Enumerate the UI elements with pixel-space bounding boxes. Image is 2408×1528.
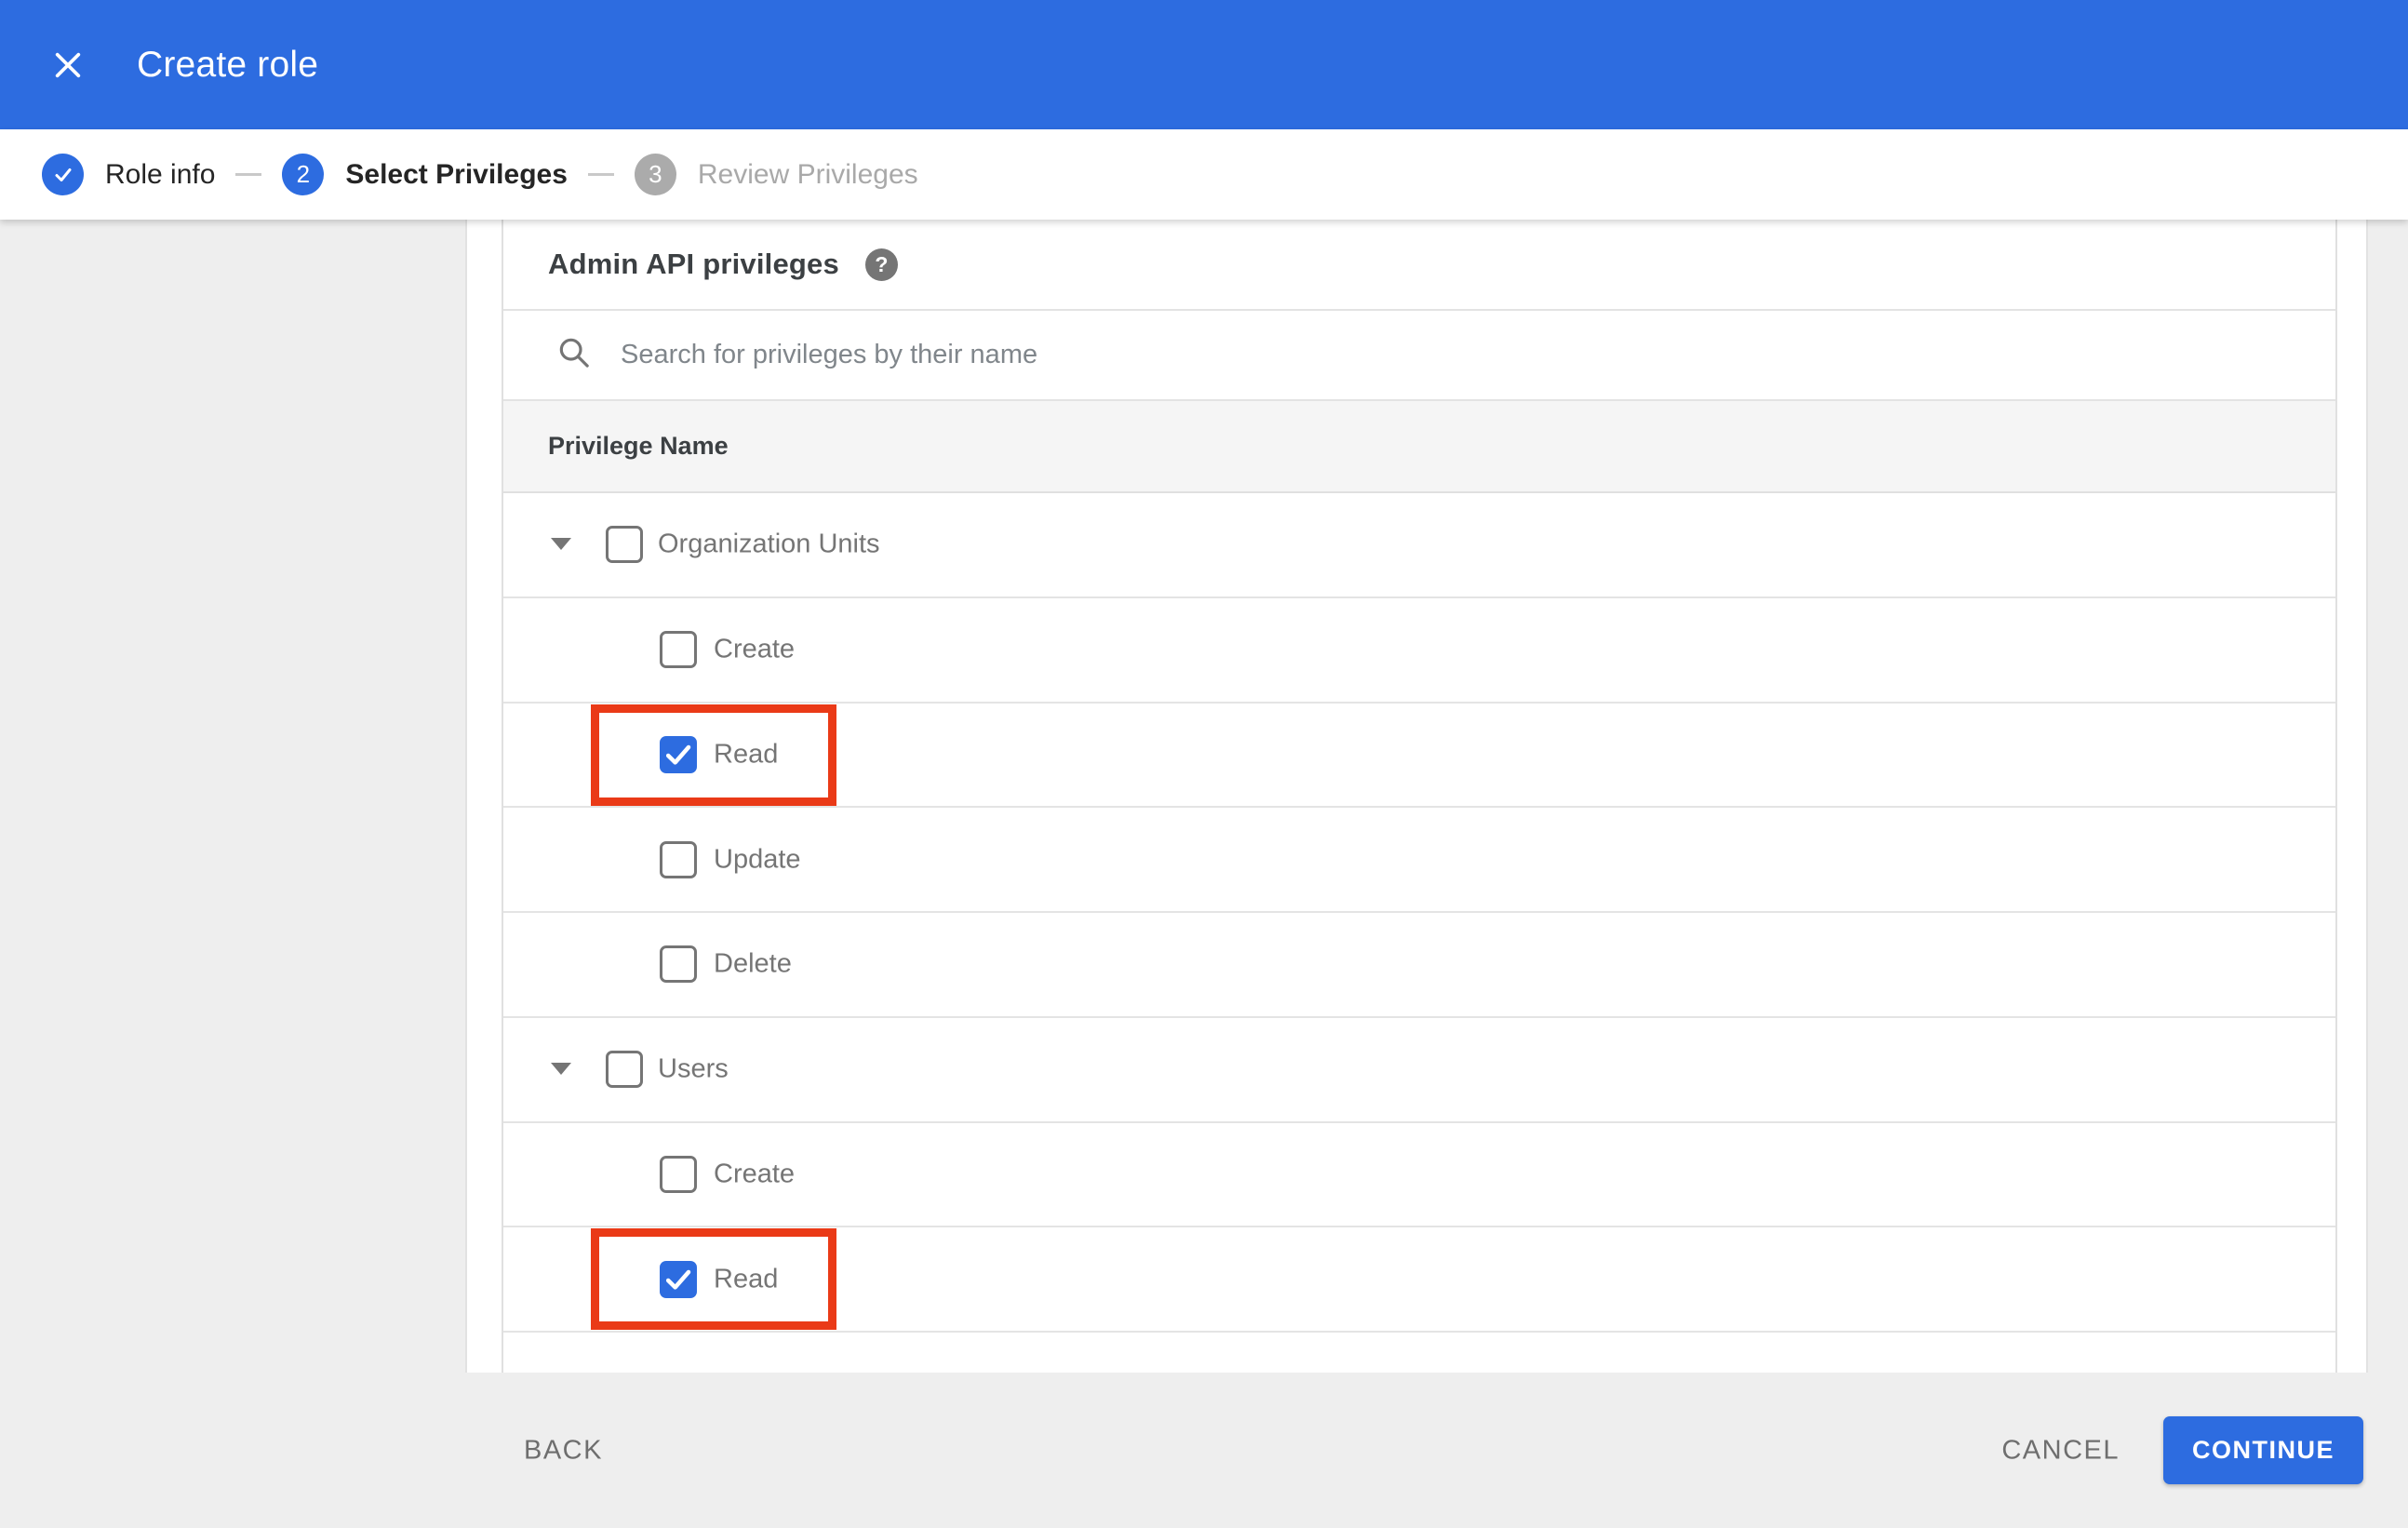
dialog-header: Create role	[0, 0, 2408, 129]
step-connector	[235, 173, 262, 176]
step-connector	[587, 173, 614, 176]
privilege-row: Organization Units	[503, 493, 2335, 598]
dialog-footer: BACK CANCEL CONTINUE	[0, 1373, 2408, 1528]
privilege-row: Read	[503, 1227, 2335, 1333]
privilege-checkbox[interactable]	[606, 1051, 643, 1089]
privilege-checkbox[interactable]	[660, 945, 697, 984]
close-icon[interactable]	[42, 39, 94, 91]
step-role-info[interactable]: Role info	[42, 154, 215, 195]
step-review-privileges[interactable]: 3 Review Privileges	[634, 154, 918, 195]
privilege-label: Read	[714, 739, 779, 770]
privilege-row: Update	[503, 808, 2335, 913]
privilege-row: Create	[503, 597, 2335, 704]
privilege-checkbox[interactable]	[660, 631, 697, 669]
wizard-stepper: Role info 2 Select Privileges 3 Review P…	[0, 129, 2408, 220]
table-header-row: Privilege Name	[503, 401, 2335, 493]
content-card: Admin API privileges ? Privilege Name	[465, 220, 2368, 1373]
step-number-badge: 3	[634, 154, 676, 195]
privilege-search-row	[503, 311, 2335, 401]
privilege-checkbox[interactable]	[606, 526, 643, 564]
step-label: Review Privileges	[697, 158, 918, 190]
search-input[interactable]	[619, 327, 2335, 383]
cancel-button[interactable]: CANCEL	[1992, 1418, 2129, 1482]
collapse-arrow-icon[interactable]	[551, 538, 571, 551]
dialog-body: Admin API privileges ? Privilege Name	[0, 220, 2408, 1373]
step-label: Select Privileges	[345, 158, 568, 190]
panel-title: Admin API privileges	[548, 248, 839, 280]
create-role-dialog: Create role Role info 2 Select Privilege…	[0, 0, 2408, 1528]
panel-header: Admin API privileges ?	[503, 220, 2335, 311]
privilege-row: Read	[503, 703, 2335, 809]
back-button[interactable]: BACK	[515, 1418, 612, 1482]
privilege-label: Create	[714, 634, 796, 664]
help-icon[interactable]: ?	[864, 248, 898, 281]
privilege-label: Update	[714, 844, 801, 875]
column-header-privilege-name: Privilege Name	[548, 432, 729, 460]
search-icon	[555, 334, 593, 376]
privilege-label: Delete	[714, 948, 792, 979]
privilege-checkbox-checked[interactable]	[660, 1260, 697, 1298]
privilege-row: Delete	[503, 913, 2335, 1018]
dialog-title: Create role	[137, 44, 319, 85]
step-select-privileges[interactable]: 2 Select Privileges	[282, 154, 568, 195]
step-number-badge: 2	[282, 154, 325, 195]
privilege-checkbox[interactable]	[660, 1155, 697, 1193]
privilege-label: Create	[714, 1159, 796, 1189]
step-complete-check-icon	[42, 154, 84, 195]
privilege-label: Users	[658, 1053, 729, 1084]
privilege-rows: Organization Units Create Read Update Delete…	[503, 493, 2335, 1333]
privilege-row: Users	[503, 1017, 2335, 1123]
privilege-row: Create	[503, 1122, 2335, 1228]
privilege-label: Organization Units	[658, 529, 880, 559]
privilege-checkbox[interactable]	[660, 840, 697, 878]
continue-button[interactable]: CONTINUE	[2163, 1416, 2363, 1484]
privilege-checkbox-checked[interactable]	[660, 735, 697, 773]
step-label: Role info	[105, 158, 216, 190]
collapse-arrow-icon[interactable]	[551, 1063, 571, 1076]
privilege-label: Read	[714, 1264, 779, 1294]
admin-api-privileges-panel: Admin API privileges ? Privilege Name	[502, 220, 2337, 1373]
